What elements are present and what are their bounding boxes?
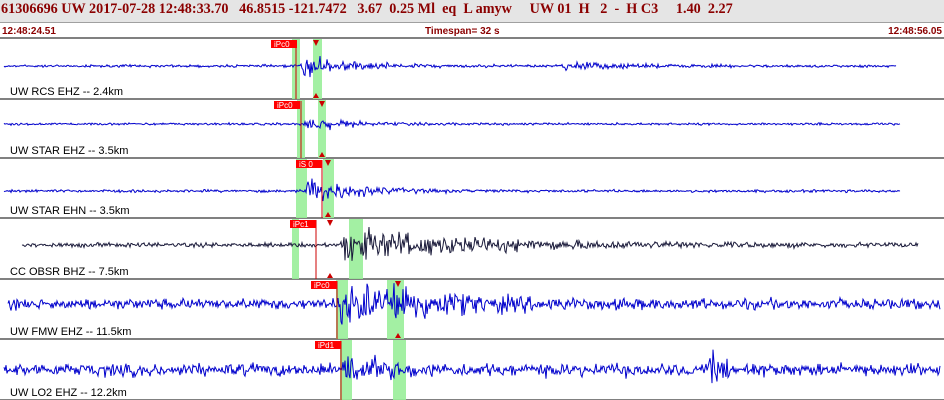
pick-windows <box>292 39 406 400</box>
picks: iPc0 iPc0 iS 0 iPc1 iPc0 iPd1 <box>271 40 401 400</box>
seismic-trace <box>7 283 941 325</box>
seismic-trace <box>3 55 897 78</box>
channel-labels: UW RCS EHZ -- 2.4km UW STAR EHZ -- 3.5km U… <box>10 86 131 399</box>
arrival-triangle <box>327 220 333 226</box>
arrival-triangle <box>327 273 333 278</box>
pick-label: iPc0 <box>314 281 330 290</box>
pick-window <box>336 280 348 339</box>
pick-label: iPd1 <box>318 341 335 350</box>
channel-label: UW RCS EHZ -- 2.4km <box>10 86 123 98</box>
pick-window <box>318 100 326 158</box>
pick-label: iPc1 <box>293 220 309 229</box>
traces <box>3 55 941 384</box>
pick-label: iPc0 <box>277 101 293 110</box>
pick-label: iS 0 <box>299 160 313 169</box>
pick-label: iPc0 <box>274 40 290 49</box>
seismic-trace <box>3 178 901 202</box>
seismic-trace <box>21 226 919 261</box>
panel-grid <box>0 37 944 400</box>
channel-label: CC OBSR BHZ -- 7.5km <box>10 266 129 278</box>
seismic-trace <box>3 349 941 384</box>
channel-label: UW STAR EHN -- 3.5km <box>10 205 130 217</box>
seismic-trace <box>3 118 901 131</box>
channel-label: UW STAR EHZ -- 3.5km <box>10 145 128 157</box>
seismogram-panel[interactable]: iPc0 iPc0 iS 0 iPc1 iPc0 iPd1 UW RCS EHZ -- 2… <box>0 0 944 400</box>
channel-label: UW FMW EHZ -- 11.5km <box>10 326 131 338</box>
channel-label: UW LO2 EHZ -- 12.2km <box>10 387 127 399</box>
